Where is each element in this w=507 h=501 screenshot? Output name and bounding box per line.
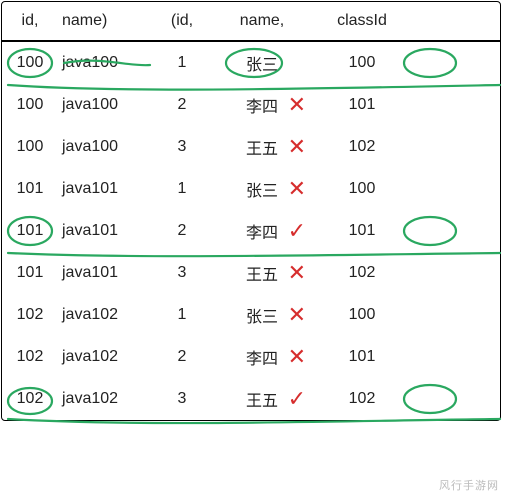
cell-right-name: 李四: [212, 219, 312, 243]
cross-icon: [288, 260, 306, 286]
cell-right-name: 张三: [212, 177, 312, 201]
cell-right-name: 王五: [212, 387, 312, 411]
name-text: 王五: [246, 267, 278, 284]
th-left-id: id,: [2, 12, 58, 30]
name-text: 王五: [246, 393, 278, 410]
cell-classid: 102: [312, 264, 412, 282]
cell-classid: 101: [312, 348, 412, 366]
cell-right-id: 3: [152, 138, 212, 156]
cell-left-id: 101: [2, 180, 58, 198]
table-row: 101 java101 2 李四 101: [2, 210, 500, 252]
cell-left-id: 101: [2, 222, 58, 240]
cell-classid: 102: [312, 390, 412, 408]
cell-left-name: java100: [58, 54, 152, 72]
cross-icon: [288, 176, 306, 202]
cell-right-id: 2: [152, 348, 212, 366]
name-text: 张三: [246, 57, 278, 74]
cell-right-id: 1: [152, 306, 212, 324]
table-row: 100 java100 2 李四 101: [2, 84, 500, 126]
table-row: 100 java100 3 王五 102: [2, 126, 500, 168]
th-right-id: (id,: [152, 12, 212, 30]
cell-left-id: 102: [2, 390, 58, 408]
cell-left-id: 102: [2, 306, 58, 324]
table-row: 101 java101 1 张三 100: [2, 168, 500, 210]
watermark-text: 风行手游网: [439, 477, 499, 493]
th-classid: classId: [312, 12, 412, 30]
cell-left-name: java102: [58, 348, 152, 366]
cell-left-id: 100: [2, 96, 58, 114]
cell-left-name: java102: [58, 390, 152, 408]
cell-right-id: 1: [152, 180, 212, 198]
name-text: 张三: [246, 183, 278, 200]
cell-left-name: java101: [58, 264, 152, 282]
cross-icon: [288, 302, 306, 328]
th-right-name: name,: [212, 12, 312, 30]
cell-right-id: 3: [152, 264, 212, 282]
th-left-name: name): [58, 12, 152, 30]
cell-right-id: 2: [152, 222, 212, 240]
check-icon: [288, 218, 306, 244]
cell-left-name: java100: [58, 96, 152, 114]
cell-left-name: java100: [58, 138, 152, 156]
cell-right-name: 张三: [212, 303, 312, 327]
cell-right-name: 李四: [212, 345, 312, 369]
cell-right-name: 张三: [212, 51, 312, 75]
cell-right-id: 2: [152, 96, 212, 114]
cell-classid: 100: [312, 180, 412, 198]
table-row: 102 java102 1 张三 100: [2, 294, 500, 336]
table-header: id, name) (id, name, classId: [2, 2, 500, 42]
name-text: 李四: [246, 225, 278, 242]
name-text: 李四: [246, 99, 278, 116]
cell-classid: 101: [312, 222, 412, 240]
cell-right-name: 李四: [212, 93, 312, 117]
cell-left-id: 102: [2, 348, 58, 366]
cell-left-name: java101: [58, 222, 152, 240]
table-row: 100 java100 1 张三 100: [2, 42, 500, 84]
table-row: 102 java102 2 李四 101: [2, 336, 500, 378]
cell-right-id: 3: [152, 390, 212, 408]
name-text: 王五: [246, 141, 278, 158]
cell-classid: 100: [312, 306, 412, 324]
table-row: 102 java102 3 王五 102: [2, 378, 500, 420]
cell-classid: 100: [312, 54, 412, 72]
table-row: 101 java101 3 王五 102: [2, 252, 500, 294]
join-table: id, name) (id, name, classId 100 java100…: [1, 1, 501, 421]
cross-icon: [288, 344, 306, 370]
name-text: 张三: [246, 309, 278, 326]
cell-right-id: 1: [152, 54, 212, 72]
cell-right-name: 王五: [212, 135, 312, 159]
cross-icon: [288, 92, 306, 118]
cell-classid: 102: [312, 138, 412, 156]
cell-left-id: 100: [2, 138, 58, 156]
cross-icon: [288, 134, 306, 160]
cell-left-name: java101: [58, 180, 152, 198]
cell-classid: 101: [312, 96, 412, 114]
check-icon: [288, 386, 306, 412]
cell-left-id: 100: [2, 54, 58, 72]
cell-left-name: java102: [58, 306, 152, 324]
name-text: 李四: [246, 351, 278, 368]
cell-left-id: 101: [2, 264, 58, 282]
cell-right-name: 王五: [212, 261, 312, 285]
